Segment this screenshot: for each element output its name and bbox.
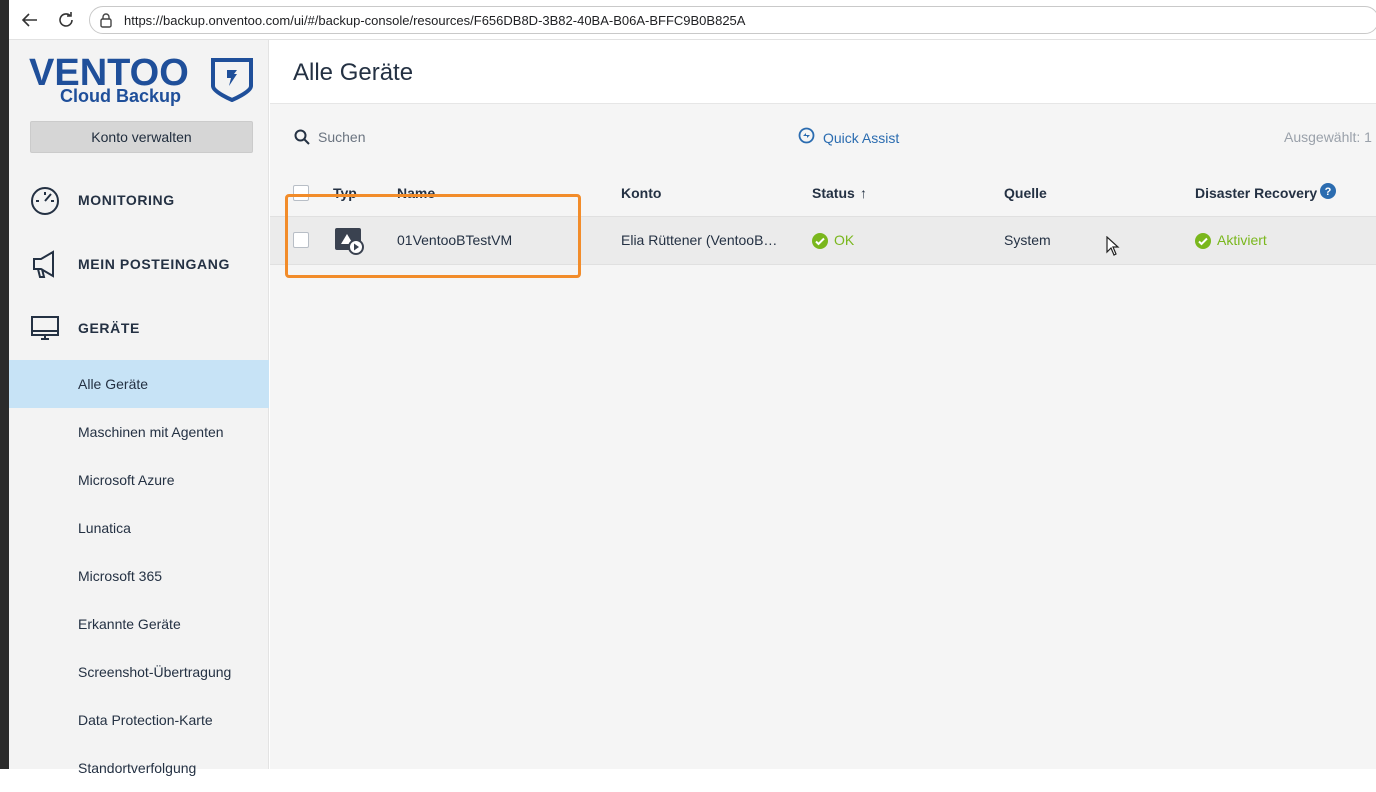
help-icon[interactable]: ? — [1320, 183, 1336, 204]
megaphone-icon — [29, 248, 61, 280]
search-input[interactable]: Suchen — [318, 129, 365, 145]
sidebar-item-erkannte[interactable]: Erkannte Geräte — [9, 600, 269, 648]
nav-label: MONITORING — [78, 192, 175, 208]
sidebar-item-label: Data Protection-Karte — [78, 712, 213, 728]
column-disaster-recovery[interactable]: Disaster Recovery — [1195, 185, 1317, 201]
sort-asc-icon: ↑ — [860, 185, 867, 201]
nav-label: GERÄTE — [78, 320, 140, 336]
toolbar: Suchen Quick Assist Ausgewählt: 1 — [270, 104, 1376, 170]
quick-assist-icon — [798, 127, 815, 149]
quick-assist-label: Quick Assist — [823, 130, 900, 146]
logo-badge-icon — [209, 56, 255, 107]
address-bar[interactable]: https://backup.onventoo.com/ui/#/backup-… — [89, 6, 1376, 34]
sidebar-item-lunatica[interactable]: Lunatica — [9, 504, 269, 552]
sidebar-item-azure[interactable]: Microsoft Azure — [9, 456, 269, 504]
logo: VENTOO Cloud Backup — [29, 54, 259, 110]
account-cell: Elia Rüttener (VentooB… — [621, 232, 778, 248]
dr-ok-icon — [1195, 233, 1211, 249]
back-icon[interactable] — [18, 8, 42, 32]
sidebar-item-maschinen[interactable]: Maschinen mit Agenten — [9, 408, 269, 456]
sidebar-item-label: Lunatica — [78, 520, 131, 536]
highlight-box — [285, 194, 581, 278]
window-edge — [0, 0, 9, 769]
sidebar-item-label: Microsoft 365 — [78, 568, 163, 584]
nav-devices[interactable]: GERÄTE — [9, 303, 269, 353]
sidebar-item-label: Microsoft Azure — [78, 472, 175, 488]
main-content: Alle Geräte Suchen Quick Assist Ausgewäh… — [270, 40, 1376, 769]
mouse-cursor-icon — [1106, 235, 1120, 261]
sidebar-item-dp-karte[interactable]: Data Protection-Karte — [9, 696, 269, 744]
sidebar-item-label: Alle Geräte — [78, 376, 149, 392]
manage-account-button[interactable]: Konto verwalten — [30, 121, 253, 153]
sidebar-item-alle-geraete[interactable]: Alle Geräte — [9, 360, 269, 408]
page-header: Alle Geräte — [270, 40, 1376, 104]
monitor-icon — [29, 312, 61, 344]
source-cell: System — [1004, 232, 1051, 248]
search-icon[interactable] — [294, 129, 310, 150]
status-badge: OK — [834, 232, 855, 248]
column-status[interactable]: Status — [812, 185, 855, 201]
sidebar-item-label: Maschinen mit Agenten — [78, 424, 224, 440]
sidebar-item-standort[interactable]: Standortverfolgung — [9, 744, 269, 792]
nav-monitoring[interactable]: MONITORING — [9, 175, 269, 225]
url-text: https://backup.onventoo.com/ui/#/backup-… — [124, 13, 746, 28]
quick-assist-button[interactable]: Quick Assist — [798, 127, 899, 149]
page-title: Alle Geräte — [293, 59, 414, 86]
sidebar-item-screenshot[interactable]: Screenshot-Übertragung — [9, 648, 269, 696]
reload-icon[interactable] — [54, 8, 78, 32]
browser-toolbar: https://backup.onventoo.com/ui/#/backup-… — [9, 0, 1376, 40]
logo-subtext: Cloud Backup — [60, 86, 182, 106]
selected-count: Ausgewählt: 1 — [1284, 129, 1372, 145]
sidebar-item-label: Screenshot-Übertragung — [78, 664, 232, 680]
column-konto[interactable]: Konto — [621, 185, 661, 201]
status-ok-icon — [812, 233, 828, 249]
dr-status: Aktiviert — [1217, 232, 1267, 248]
sidebar-item-label: Erkannte Geräte — [78, 616, 181, 632]
app-window: https://backup.onventoo.com/ui/#/backup-… — [0, 0, 1376, 776]
nav-inbox[interactable]: MEIN POSTEINGANG — [9, 239, 269, 289]
nav-label: MEIN POSTEINGANG — [78, 256, 230, 272]
lock-icon — [99, 12, 113, 33]
gauge-icon — [29, 184, 61, 216]
svg-text:?: ? — [1325, 186, 1332, 198]
column-quelle[interactable]: Quelle — [1004, 185, 1047, 201]
sidebar-item-label: Standortverfolgung — [78, 760, 197, 776]
sidebar-item-m365[interactable]: Microsoft 365 — [9, 552, 269, 600]
sidebar: VENTOO Cloud Backup Konto verwalten MONI… — [9, 40, 269, 776]
